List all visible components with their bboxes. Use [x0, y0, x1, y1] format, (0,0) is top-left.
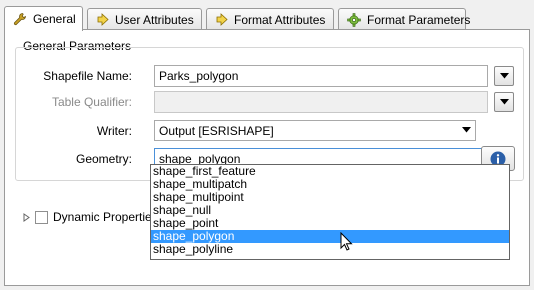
wrench-icon	[13, 13, 26, 26]
dynamic-properties-section[interactable]: Dynamic Properties	[23, 210, 158, 224]
shapefile-name-label: Shapefile Name:	[43, 69, 132, 83]
shapefile-name-dropdown-button[interactable]	[494, 66, 514, 86]
tab-format-parameters[interactable]: Format Parameters	[338, 8, 470, 30]
table-qualifier-input[interactable]	[154, 91, 488, 113]
chevron-down-icon	[499, 99, 509, 105]
table-qualifier-dropdown-button[interactable]	[494, 92, 514, 112]
chevron-down-icon	[499, 73, 509, 79]
writer-select[interactable]: Output [ESRISHAPE]	[154, 120, 476, 141]
mouse-cursor-icon	[340, 232, 353, 251]
tab-general-label: General	[33, 12, 76, 26]
tab-format-parameters-label: Format Parameters	[367, 12, 471, 27]
writer-label: Writer:	[96, 124, 132, 138]
shapefile-name-input[interactable]: Parks_polygon	[154, 65, 488, 87]
writer-select-value: Output [ESRISHAPE]	[159, 124, 274, 138]
tab-format-attributes[interactable]: Format Attributes	[206, 8, 334, 30]
general-parameters-group: Shapefile Name: Parks_polygon Table Qual…	[15, 47, 524, 181]
arrow-right-icon	[97, 13, 109, 26]
dynamic-properties-label: Dynamic Properties	[53, 210, 158, 224]
expand-arrow-icon[interactable]	[23, 212, 30, 222]
chevron-down-icon	[462, 127, 471, 133]
arrow-right-icon	[216, 13, 228, 26]
tab-format-attributes-label: Format Attributes	[234, 12, 326, 27]
table-qualifier-label: Table Qualifier:	[51, 95, 132, 109]
dynamic-properties-checkbox[interactable]	[35, 210, 48, 224]
geometry-label: Geometry:	[75, 152, 132, 166]
geometry-dropdown-list: shape_first_feature shape_multipatch sha…	[150, 164, 510, 260]
gear-icon	[347, 12, 361, 27]
tab-user-attributes-label: User Attributes	[115, 12, 194, 27]
geometry-option[interactable]: shape_polyline	[151, 243, 509, 256]
tab-general[interactable]: General	[4, 6, 83, 31]
tab-user-attributes[interactable]: User Attributes	[87, 8, 202, 30]
